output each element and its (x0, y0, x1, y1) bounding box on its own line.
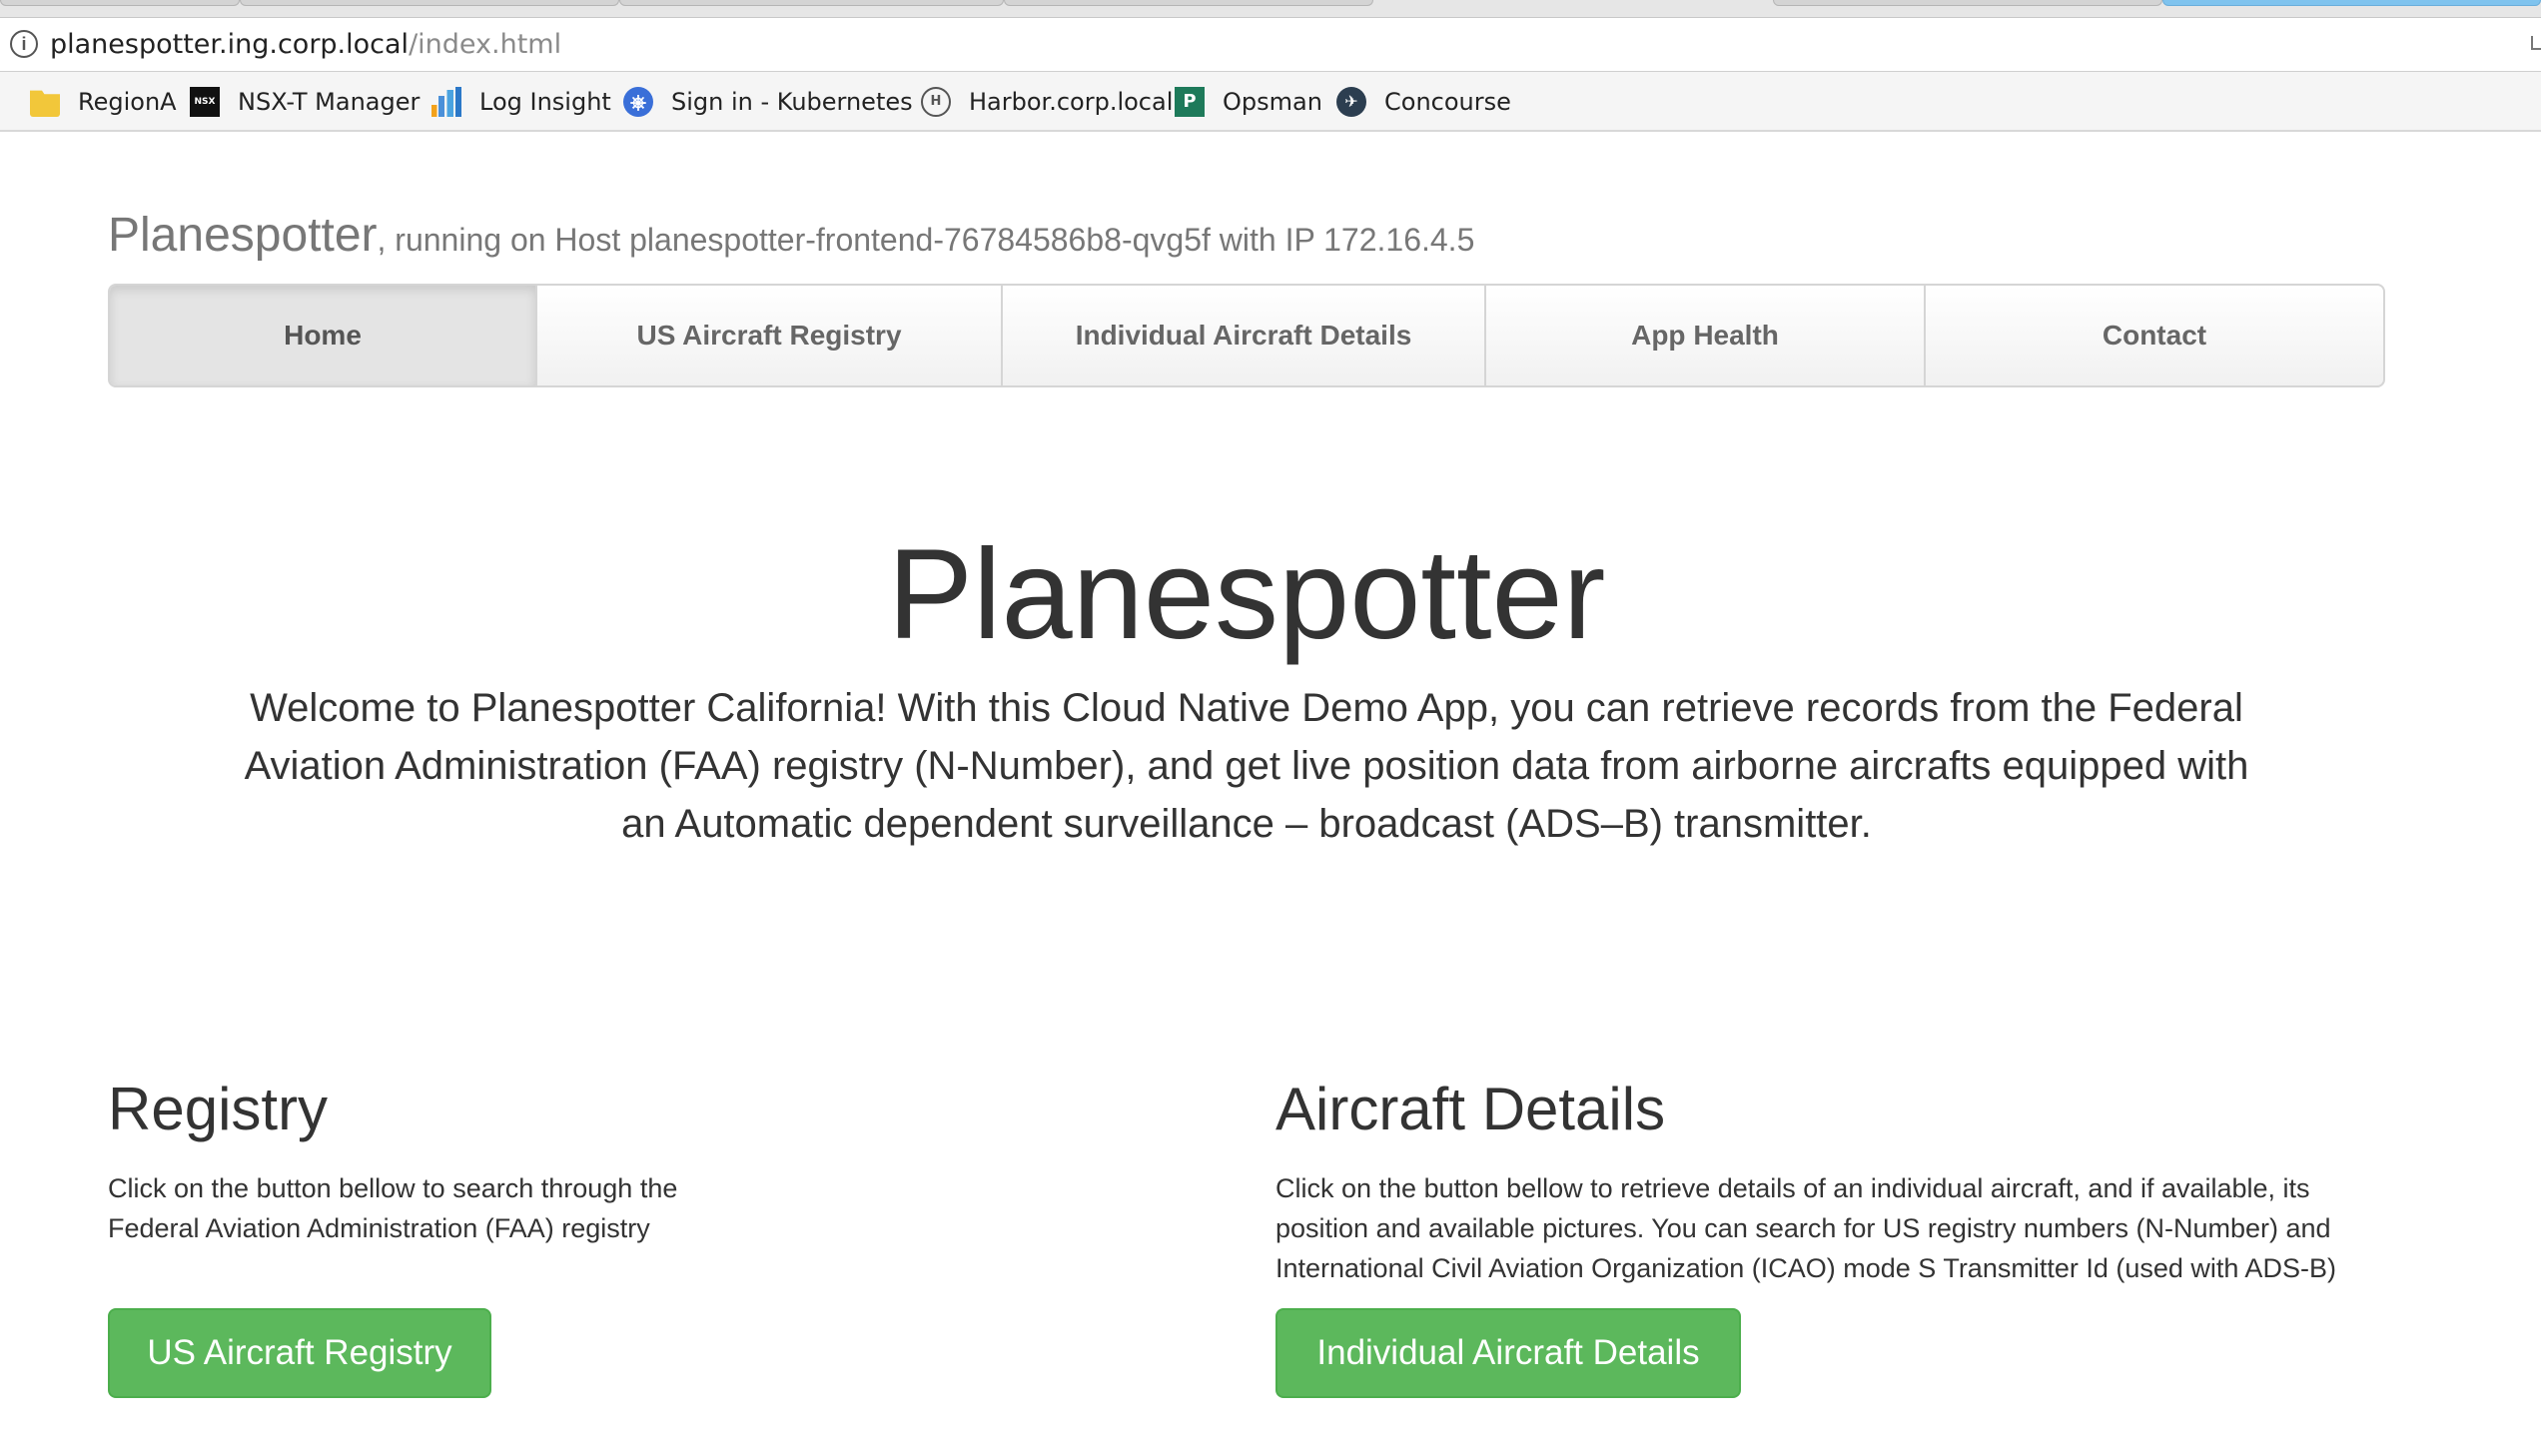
browser-tab[interactable] (1773, 0, 2162, 6)
kubernetes-icon: ⎈ (623, 87, 653, 117)
bookmark-label: Harbor.corp.local (969, 88, 1174, 116)
browser-tab-active[interactable] (2162, 0, 2541, 6)
folder-icon (30, 90, 60, 117)
nav-contact[interactable]: Contact (1926, 286, 2383, 385)
bookmark-label: Concourse (1384, 88, 1511, 116)
browser-tab-strip (0, 0, 2541, 18)
nav-us-aircraft-registry[interactable]: US Aircraft Registry (537, 286, 1003, 385)
bookmark-regiona[interactable]: RegionA (30, 86, 177, 118)
individual-aircraft-details-button[interactable]: Individual Aircraft Details (1275, 1308, 1741, 1398)
bookmark-concourse[interactable]: ✈ Concourse (1336, 86, 1511, 118)
registry-heading: Registry (108, 1076, 329, 1142)
browser-tab[interactable] (0, 0, 240, 6)
nav-home[interactable]: Home (110, 286, 537, 385)
host-info: , running on Host planespotter-frontend-… (377, 222, 1475, 258)
hero-description: Welcome to Planespotter California! With… (244, 686, 2249, 846)
url-path: /index.html (409, 29, 562, 60)
info-icon[interactable]: i (10, 30, 38, 58)
app-header: Planespotter, running on Host planespott… (108, 208, 1474, 263)
url-text[interactable]: planespotter.ing.corp.local/index.html (50, 29, 561, 60)
aircraft-details-heading: Aircraft Details (1275, 1076, 1666, 1142)
nav-app-health[interactable]: App Health (1486, 286, 1926, 385)
url-host: planespotter.ing.corp.local (50, 29, 410, 60)
bookmark-label: RegionA (78, 88, 177, 116)
browser-tab[interactable] (1004, 0, 1373, 6)
main-navbar: Home US Aircraft Registry Individual Air… (108, 284, 2385, 387)
bookmark-label: NSX-T Manager (238, 88, 421, 116)
bookmark-kubernetes[interactable]: ⎈ Sign in - Kubernetes (623, 86, 913, 118)
us-aircraft-registry-button[interactable]: US Aircraft Registry (108, 1308, 491, 1398)
bookmark-opsman[interactable]: P Opsman (1175, 86, 1322, 118)
harbor-icon: H (921, 87, 951, 117)
nav-individual-aircraft-details[interactable]: Individual Aircraft Details (1003, 286, 1486, 385)
nsx-icon: NSX (190, 87, 220, 117)
opsman-icon: P (1175, 87, 1205, 117)
log-insight-icon (431, 87, 461, 117)
browser-tab[interactable] (240, 0, 619, 6)
brand-title: Planespotter (108, 209, 378, 262)
address-bar[interactable]: i planespotter.ing.corp.local/index.html (0, 18, 2541, 72)
aircraft-details-description: Click on the button bellow to retrieve d… (1275, 1173, 2336, 1283)
bookmark-nsx-t-manager[interactable]: NSX NSX-T Manager (190, 86, 420, 118)
bookmark-label: Opsman (1223, 88, 1322, 116)
browser-tab[interactable] (619, 0, 1004, 6)
bookmark-log-insight[interactable]: Log Insight (431, 86, 611, 118)
bookmark-harbor[interactable]: H Harbor.corp.local (921, 86, 1173, 118)
hero-title: Planespotter (887, 523, 1606, 666)
bookmark-label: Sign in - Kubernetes (671, 88, 913, 116)
bookmark-label: Log Insight (479, 88, 611, 116)
registry-description: Click on the button bellow to search thr… (108, 1173, 678, 1243)
bookmarks-bar: RegionA NSX NSX-T Manager Log Insight ⎈ … (0, 72, 2541, 132)
concourse-icon: ✈ (1336, 87, 1366, 117)
chevron-down-icon[interactable] (2531, 36, 2541, 50)
